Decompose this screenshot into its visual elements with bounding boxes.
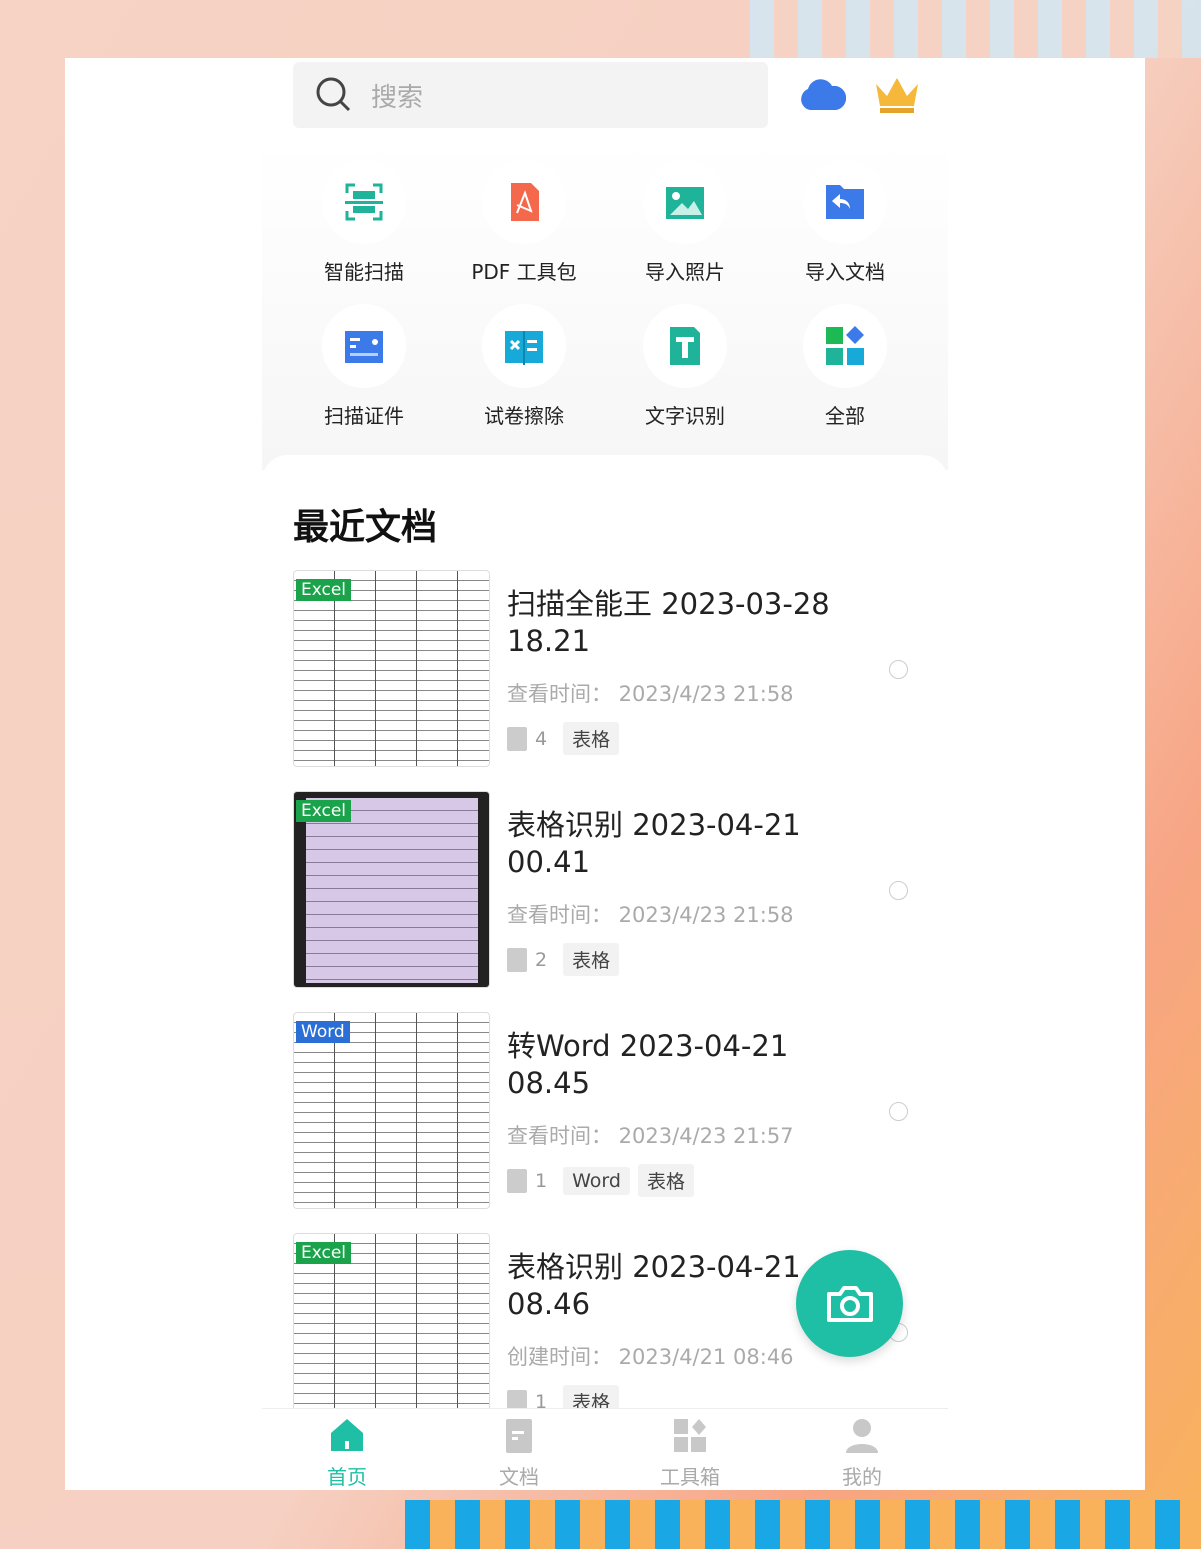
tool-label: 导入照片	[645, 260, 725, 284]
document-thumbnail: Excel	[293, 570, 490, 767]
nav-label: 首页	[327, 1465, 367, 1489]
document-time: 创建时间： 2023/4/21 08:46	[507, 1345, 794, 1369]
file-type-badge: Word	[296, 1021, 350, 1043]
tool-label: 导入文档	[805, 260, 885, 284]
document-item[interactable]: Excel 表格识别 2023-04-21 00.41 查看时间： 2023/4…	[293, 791, 913, 988]
file-type-badge: Excel	[296, 579, 352, 601]
tool-all-apps[interactable]: 全部	[765, 304, 925, 429]
document-thumbnail: Word	[293, 1012, 490, 1209]
select-radio[interactable]	[889, 881, 908, 900]
document-time: 查看时间： 2023/4/23 21:58	[507, 903, 794, 927]
page-count: 2	[535, 948, 548, 971]
tool-label: 全部	[825, 404, 865, 428]
image-icon	[666, 187, 704, 219]
recent-docs-title: 最近文档	[293, 507, 438, 548]
camera-button[interactable]	[796, 1250, 903, 1357]
document-thumbnail: Excel	[293, 791, 490, 988]
bottom-nav: 首页 文档 工具箱 我的	[262, 1408, 948, 1490]
tool-label: PDF 工具包	[471, 260, 577, 284]
tool-folder-import[interactable]: 导入文档	[765, 160, 925, 285]
page-icon	[507, 1168, 527, 1193]
tool-label: 智能扫描	[324, 260, 404, 284]
documents-icon	[506, 1419, 532, 1453]
tool-label: 试卷擦除	[484, 404, 564, 428]
document-item[interactable]: Word 转Word 2023-04-21 08.45 查看时间： 2023/4…	[293, 1012, 913, 1209]
file-type-badge: Excel	[296, 1242, 352, 1264]
background-decoration	[405, 1500, 1201, 1549]
document-tag: 表格	[563, 722, 620, 755]
crown-icon[interactable]	[874, 76, 920, 114]
profile-icon	[846, 1419, 878, 1453]
search-icon	[316, 77, 351, 112]
cloud-icon[interactable]	[798, 78, 846, 112]
nav-label: 工具箱	[660, 1465, 720, 1489]
id-card-icon	[345, 331, 383, 363]
folder-import-icon	[826, 185, 864, 219]
camera-icon	[826, 1285, 873, 1322]
all-apps-icon	[826, 326, 864, 365]
document-title: 表格识别 2023-04-21 00.41	[507, 808, 801, 879]
search-bar[interactable]: 搜索	[293, 62, 768, 128]
document-title: 转Word 2023-04-21 08.45	[507, 1029, 789, 1100]
document-item[interactable]: Excel 扫描全能王 2023-03-28 18.21 查看时间： 2023/…	[293, 570, 913, 767]
nav-label: 我的	[842, 1465, 882, 1489]
tool-id-card[interactable]: 扫描证件	[284, 304, 444, 429]
background-decoration	[750, 0, 1201, 58]
tool-pdf[interactable]: PDF 工具包	[444, 160, 604, 285]
page-count: 1	[535, 1169, 548, 1192]
pdf-icon	[511, 183, 539, 221]
exam-erase-icon	[505, 331, 543, 365]
toolbox-icon	[674, 1419, 706, 1452]
nav-home[interactable]: 首页	[297, 1417, 397, 1490]
tool-image[interactable]: 导入照片	[605, 160, 765, 285]
page-count: 4	[535, 727, 548, 750]
page-icon	[507, 726, 527, 751]
document-tag: 表格	[637, 1164, 694, 1197]
document-time: 查看时间： 2023/4/23 21:57	[507, 1124, 794, 1148]
file-type-badge: Excel	[296, 800, 352, 822]
document-thumbnail: Excel	[293, 1233, 490, 1430]
select-radio[interactable]	[889, 1102, 908, 1121]
tool-text-ocr[interactable]: 文字识别	[605, 304, 765, 429]
scan-icon	[345, 183, 383, 221]
tool-scan[interactable]: 智能扫描	[284, 160, 444, 285]
select-radio[interactable]	[889, 660, 908, 679]
nav-toolbox[interactable]: 工具箱	[640, 1417, 740, 1490]
nav-label: 文档	[499, 1465, 539, 1489]
home-icon	[331, 1419, 363, 1451]
document-tag: Word	[563, 1166, 630, 1195]
text-ocr-icon	[670, 327, 700, 365]
app-screen: 搜索 智能扫描 PDF 工具包 导入照片 导入文档 扫描证件 试卷擦除 文字识别…	[262, 58, 948, 1490]
search-placeholder: 搜索	[371, 82, 424, 113]
tool-label: 文字识别	[645, 404, 725, 428]
page-icon	[507, 947, 527, 972]
nav-profile[interactable]: 我的	[812, 1417, 912, 1490]
nav-documents[interactable]: 文档	[469, 1417, 569, 1490]
document-time: 查看时间： 2023/4/23 21:58	[507, 682, 794, 706]
tool-label: 扫描证件	[324, 404, 404, 428]
tool-exam-erase[interactable]: 试卷擦除	[444, 304, 604, 429]
document-title: 扫描全能王 2023-03-28 18.21	[507, 587, 830, 658]
document-tag: 表格	[563, 943, 620, 976]
